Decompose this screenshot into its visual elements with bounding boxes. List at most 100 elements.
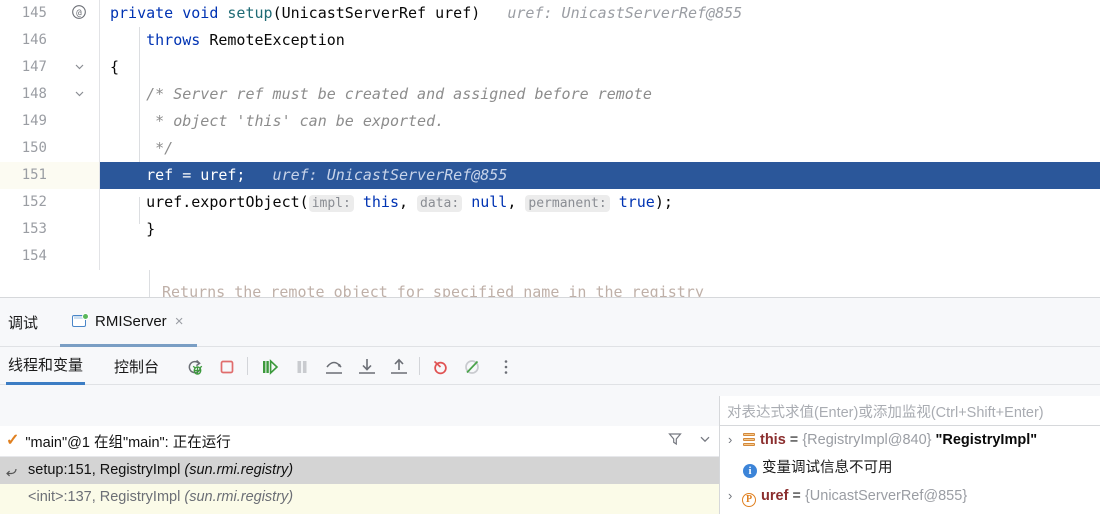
code-text: } bbox=[110, 216, 155, 243]
variable-equals: = bbox=[785, 432, 803, 448]
expand-chevron-icon[interactable]: › bbox=[728, 426, 742, 454]
info-icon: i bbox=[743, 464, 757, 478]
thread-label: "main"@1 在组"main": 正在运行 bbox=[25, 434, 231, 451]
step-into-button[interactable] bbox=[356, 356, 378, 378]
run-configuration-icon bbox=[72, 312, 89, 328]
call-stack-list[interactable]: setup:151, RegistryImpl (sun.rmi.registr… bbox=[0, 457, 719, 514]
variable-name: this bbox=[760, 432, 786, 448]
call-stack-frame[interactable]: setup:151, RegistryImpl (sun.rmi.registr… bbox=[0, 457, 719, 484]
code-text: /* Server ref must be created and assign… bbox=[110, 81, 652, 108]
variable-value: {RegistryImpl@840} bbox=[802, 432, 936, 448]
gutter-mark-empty bbox=[60, 108, 98, 135]
toolbar-separator bbox=[247, 357, 248, 375]
fold-chevron-icon[interactable] bbox=[60, 81, 98, 108]
code-line-154[interactable]: 154 bbox=[0, 243, 1100, 270]
code-text: ref = uref; uref: UnicastServerRef@855 bbox=[110, 162, 507, 189]
watch-expression-input[interactable]: 对表达式求值(Enter)或添加监视(Ctrl+Shift+Enter) bbox=[720, 396, 1100, 426]
gutter-separator bbox=[99, 216, 100, 243]
line-number: 145 bbox=[21, 5, 47, 21]
code-line-150[interactable]: 150 */ bbox=[0, 135, 1100, 162]
view-breakpoints-button[interactable] bbox=[461, 356, 483, 378]
code-token-kw: private bbox=[110, 4, 183, 22]
code-text: throws RemoteException bbox=[110, 27, 345, 54]
gutter-separator bbox=[99, 162, 100, 189]
tab-console[interactable]: 控制台 bbox=[112, 347, 161, 385]
code-text: { bbox=[110, 54, 119, 81]
tab-threads-and-variables-label: 线程和变量 bbox=[8, 357, 84, 374]
thread-selector-row[interactable]: ✓ "main"@1 在组"main": 正在运行 bbox=[0, 426, 719, 457]
code-token-kw: this bbox=[353, 193, 399, 211]
code-line-152[interactable]: 152 uref.exportObject(impl: this, data: … bbox=[0, 189, 1100, 216]
code-line-149[interactable]: 149 * object 'this' can be exported. bbox=[0, 108, 1100, 135]
code-token-plain: (UnicastServerRef uref) bbox=[272, 4, 481, 22]
variables-list[interactable]: › this = {RegistryImpl@840} "RegistryImpl… bbox=[720, 426, 1100, 510]
gutter-separator bbox=[99, 27, 100, 54]
tab-console-label: 控制台 bbox=[114, 358, 160, 376]
code-token-phint: data: bbox=[417, 195, 463, 212]
code-token-plain: ); bbox=[654, 193, 673, 211]
call-stack-frame[interactable]: <init>:137, RegistryImpl (sun.rmi.regist… bbox=[0, 484, 719, 511]
gutter-mark-empty bbox=[60, 135, 98, 162]
frame-method: setup:151, RegistryImpl bbox=[28, 462, 185, 478]
filter-icon[interactable] bbox=[667, 431, 683, 452]
code-line-147[interactable]: 147 { bbox=[0, 54, 1100, 81]
expand-chevron-icon[interactable]: › bbox=[728, 482, 742, 510]
code-token-phint: impl: bbox=[308, 195, 354, 212]
gutter-separator bbox=[99, 0, 100, 27]
variable-info-message[interactable]: i 变量调试信息不可用 bbox=[720, 454, 1100, 482]
code-token-kw: true bbox=[609, 193, 655, 211]
code-line-153[interactable]: 153 } bbox=[0, 216, 1100, 243]
code-line-151[interactable]: 151 ref = uref; uref: UnicastServerRef@8… bbox=[0, 162, 1100, 189]
variable-equals: = bbox=[788, 488, 805, 504]
code-token-plain: , bbox=[398, 193, 418, 211]
rerun-debug-button[interactable] bbox=[184, 356, 206, 378]
code-token-plain: , bbox=[507, 193, 526, 211]
line-number: 149 bbox=[21, 113, 47, 129]
tab-rmiserver[interactable]: RMIServer × bbox=[60, 298, 198, 347]
chevron-down-icon[interactable] bbox=[697, 431, 713, 452]
line-number: 148 bbox=[21, 86, 47, 102]
line-number: 150 bbox=[21, 140, 47, 156]
fold-chevron-icon[interactable] bbox=[60, 54, 98, 81]
code-line-146[interactable]: 146 throws RemoteException bbox=[0, 27, 1100, 54]
running-check-icon: ✓ bbox=[6, 432, 20, 449]
code-text: * object 'this' can be exported. bbox=[110, 108, 444, 135]
debug-toolbar: 线程和变量 控制台 bbox=[0, 347, 1100, 385]
tab-threads-and-variables[interactable]: 线程和变量 bbox=[6, 347, 86, 385]
gutter-separator bbox=[99, 135, 100, 162]
step-over-button[interactable] bbox=[323, 356, 345, 378]
close-icon[interactable]: × bbox=[175, 314, 184, 329]
variable-name: uref bbox=[761, 488, 789, 504]
pause-button[interactable] bbox=[291, 356, 313, 378]
resume-button[interactable] bbox=[258, 356, 280, 378]
editor-lines: 145 @ private void setup(UnicastServerRef … bbox=[0, 0, 1100, 270]
code-editor[interactable]: 145 @ private void setup(UnicastServerRef … bbox=[0, 0, 1100, 297]
more-options-button[interactable] bbox=[495, 356, 517, 378]
code-line-145[interactable]: 145 @ private void setup(UnicastServerRef … bbox=[0, 0, 1100, 27]
variable-info-text: 变量调试信息不可用 bbox=[762, 460, 893, 476]
mute-breakpoints-button[interactable] bbox=[429, 356, 451, 378]
annotation-gutter-icon[interactable]: @ bbox=[60, 0, 98, 27]
code-token-plain: ref = uref; bbox=[110, 166, 246, 184]
tab-rmiserver-label: RMIServer bbox=[95, 312, 167, 330]
gutter-separator bbox=[99, 189, 100, 216]
object-field-icon bbox=[743, 433, 755, 446]
code-token-kw: void bbox=[182, 4, 228, 22]
code-token-plain: RemoteException bbox=[209, 31, 345, 49]
gutter-separator bbox=[99, 108, 100, 135]
gutter-mark-empty bbox=[60, 243, 98, 270]
gutter-mark-empty bbox=[60, 27, 98, 54]
line-number: 151 bbox=[0, 162, 55, 189]
variable-row[interactable]: › this = {RegistryImpl@840} "RegistryImpl… bbox=[720, 426, 1100, 454]
variables-pane: 对表达式求值(Enter)或添加监视(Ctrl+Shift+Enter) › th… bbox=[719, 396, 1100, 514]
code-line-148[interactable]: 148 /* Server ref must be created and as… bbox=[0, 81, 1100, 108]
code-token-hint: uref: UnicastServerRef@855 bbox=[480, 4, 743, 22]
step-out-button[interactable] bbox=[388, 356, 410, 378]
line-number: 154 bbox=[21, 248, 47, 264]
svg-text:@: @ bbox=[76, 8, 82, 18]
frame-method: <init>:137, RegistryImpl bbox=[28, 489, 185, 505]
code-token-plain: uref.exportObject( bbox=[110, 193, 309, 211]
variable-row[interactable]: › Puref = {UnicastServerRef@855} bbox=[720, 482, 1100, 510]
stop-button[interactable] bbox=[216, 356, 238, 378]
parameter-icon: P bbox=[742, 493, 756, 507]
